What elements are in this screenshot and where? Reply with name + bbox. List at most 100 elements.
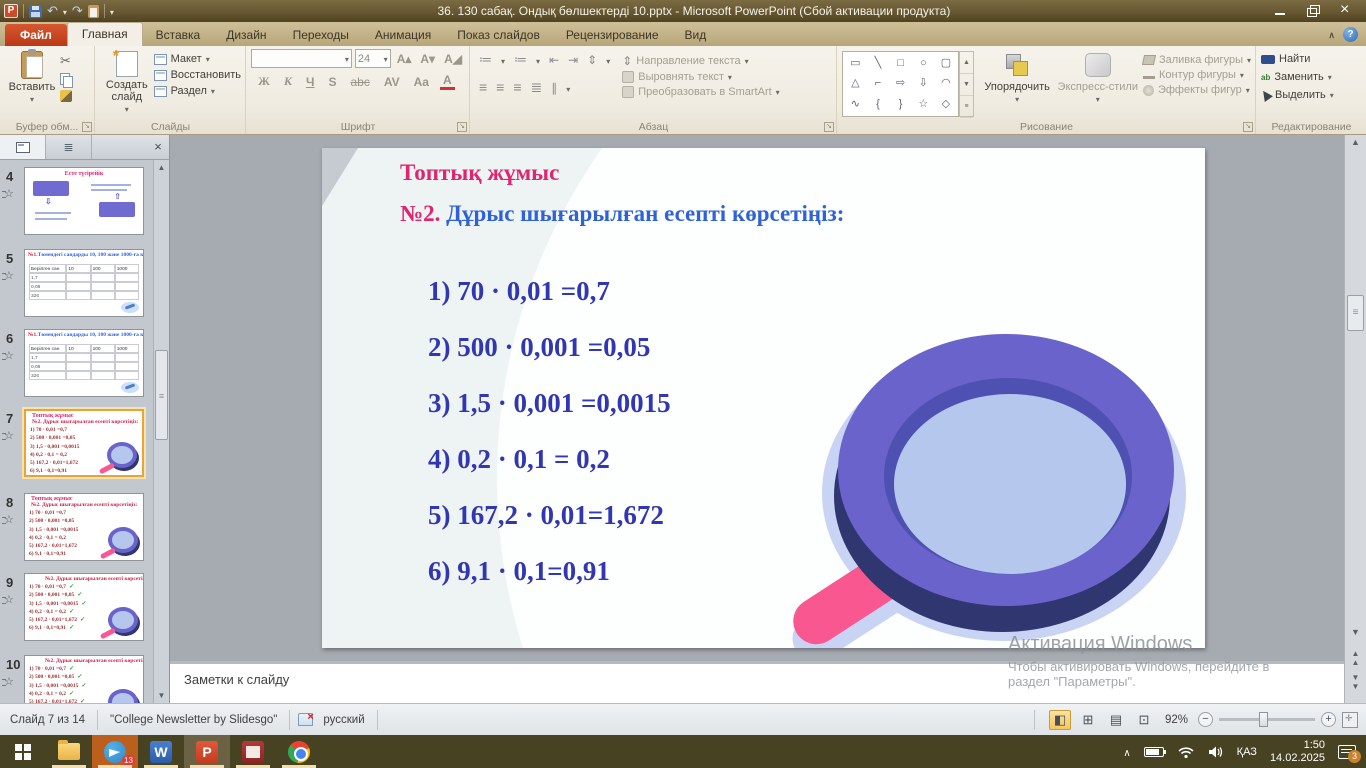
start-button[interactable] [0,735,46,768]
slide-canvas[interactable]: Топтық жұмыс №2. Дұрыс шығарылған есепті… [322,148,1205,648]
quick-styles-button[interactable]: Экспресс-стили [1055,49,1141,115]
tab-view[interactable]: Вид [672,25,720,46]
powerpoint-app-icon[interactable] [4,4,18,18]
text-direction-button[interactable]: Направление текста [622,54,779,68]
slide-thumbnail-9[interactable]: 9 №2. Дұрыс шығарылған есепті көрсетіңіз… [2,571,150,651]
spellcheck-icon[interactable] [298,711,314,726]
clipboard-dialog-launcher[interactable] [82,122,92,132]
bold-button[interactable]: Ж [255,74,273,89]
strikethrough-button[interactable]: abc [347,75,372,89]
paragraph-dialog-launcher[interactable] [824,122,834,132]
justify-icon[interactable] [531,79,543,97]
grow-font-icon[interactable]: A▴ [394,52,415,66]
slide-thumbnail-5[interactable]: 5 №1.Төмендегі сандарды 10, 100 және 100… [2,247,150,327]
decrease-indent-icon[interactable] [549,51,559,69]
bullets-icon[interactable] [479,51,492,69]
taskbar-chrome[interactable] [276,735,322,768]
tray-expand-icon[interactable] [1123,743,1130,761]
slide-subtitle[interactable]: №2. Дұрыс шығарылған есепті көрсетіңіз: [400,201,844,227]
paste-button[interactable]: Вставить [4,49,60,115]
align-right-icon[interactable] [513,79,521,97]
tab-transitions[interactable]: Переходы [280,25,362,46]
align-left-icon[interactable] [479,79,487,97]
increase-indent-icon[interactable] [568,51,578,69]
shapes-gallery-scroll[interactable]: ▲ ▼ ≡ [959,51,974,118]
section-button[interactable]: Раздел [153,85,241,97]
copy-icon[interactable] [60,73,73,88]
align-text-button[interactable]: Выровнять текст [622,71,779,83]
shape-effects-button[interactable]: Эффекты фигур [1142,84,1251,96]
find-button[interactable]: Найти [1261,53,1334,65]
taskbar-powerpoint-active[interactable] [184,735,230,768]
drawing-dialog-launcher[interactable] [1243,122,1253,132]
panel-scroll-down-icon[interactable] [154,688,169,703]
scroll-down-icon[interactable] [1345,627,1366,637]
zoom-level[interactable]: 92% [1161,714,1192,726]
minimize-button[interactable] [1274,5,1288,17]
volume-icon[interactable] [1208,745,1224,759]
slides-tab[interactable] [0,135,46,159]
slideshow-button[interactable]: ⊡ [1133,710,1155,730]
slide-sorter-button[interactable]: ⊞ [1077,710,1099,730]
shrink-font-icon[interactable]: A▾ [417,52,438,66]
tab-insert[interactable]: Вставка [143,25,214,46]
slide-thumbnail-8[interactable]: 8 Топтық жұмыс №2. Дұрыс шығарылған есеп… [2,491,150,571]
panel-scroll-up-icon[interactable] [154,160,169,175]
slide-thumbnail-6[interactable]: 6 №1.Төмендегі сандарды 10, 100 және 100… [2,327,150,407]
save-icon[interactable] [29,4,42,18]
arrange-button[interactable]: Упорядочить [980,49,1055,115]
undo-dropdown-arrow[interactable] [63,2,67,20]
taskbar-word[interactable] [138,735,184,768]
paste-icon[interactable] [87,4,99,18]
clear-formatting-icon[interactable]: A◢ [441,52,465,66]
normal-view-button[interactable]: ◧ [1048,709,1071,730]
tab-review[interactable]: Рецензирование [553,25,672,46]
line-spacing-icon[interactable] [587,51,597,69]
shadow-button[interactable]: S [325,75,339,89]
change-case-button[interactable]: Aa [411,75,432,89]
scroll-up-icon[interactable] [1345,137,1366,147]
font-dialog-launcher[interactable] [457,122,467,132]
slide-title[interactable]: Топтық жұмыс [400,160,559,186]
panel-scroll-thumb[interactable] [155,350,168,440]
problems-list[interactable]: 1) 70 · 0,01 =0,7 2) 500 · 0,001 =0,05 3) … [428,276,671,612]
zoom-slider[interactable] [1219,712,1315,727]
close-panel-icon[interactable] [147,135,169,159]
outline-tab[interactable] [46,135,92,159]
taskbar-explorer[interactable] [46,735,92,768]
slide-thumbnail-7-selected[interactable]: 7 Топтық жұмыс №2. Дұрыс шығарылған есеп… [2,407,150,487]
replace-button[interactable]: Заменить [1261,71,1334,83]
battery-icon[interactable] [1143,746,1166,757]
shapes-gallery[interactable]: ▭ ╲ □ ○ ▢ △ ⌐ ⇨ ⇩ ◠ ∿{} ☆ ◇ [842,51,960,117]
zoom-slider-thumb[interactable] [1259,712,1268,727]
font-color-button[interactable]: А [439,73,455,90]
slide-thumbnail-4[interactable]: 4 Есте түсірейік ⇩ ⇧ [2,165,150,245]
columns-icon[interactable] [551,79,557,97]
underline-button[interactable]: Ч [303,75,317,89]
fit-slide-button[interactable] [1342,711,1358,728]
scroll-thumb[interactable] [1347,295,1364,331]
tab-slideshow[interactable]: Показ слайдов [444,25,553,46]
format-painter-icon[interactable] [60,90,72,102]
font-name-combo[interactable] [251,49,352,68]
tab-file[interactable]: Файл [5,24,67,46]
cut-icon[interactable] [60,53,72,69]
collapse-ribbon-icon[interactable] [1328,25,1335,43]
taskbar-picture-manager[interactable] [230,735,276,768]
reading-view-button[interactable]: ▤ [1105,710,1127,730]
shape-fill-button[interactable]: Заливка фигуры [1141,54,1251,66]
zoom-out-button[interactable] [1198,712,1213,727]
restore-button[interactable] [1306,5,1320,17]
layout-button[interactable]: Макет [153,53,241,65]
font-size-combo[interactable]: 24 [354,49,391,68]
next-slide-icon[interactable] [1345,673,1366,691]
new-slide-button[interactable]: Создать слайд [100,48,154,115]
help-icon[interactable] [1343,26,1358,42]
slide-thumbnail-10[interactable]: 10 №2. Дұрыс шығарылған есепті көрсетіңі… [2,653,150,703]
close-button[interactable] [1338,4,1352,17]
align-center-icon[interactable] [496,79,504,97]
notification-center-icon[interactable]: 3 [1338,744,1361,763]
character-spacing-button[interactable]: AV [381,75,403,89]
panel-scrollbar[interactable] [153,160,169,703]
tab-home[interactable]: Главная [66,22,143,46]
